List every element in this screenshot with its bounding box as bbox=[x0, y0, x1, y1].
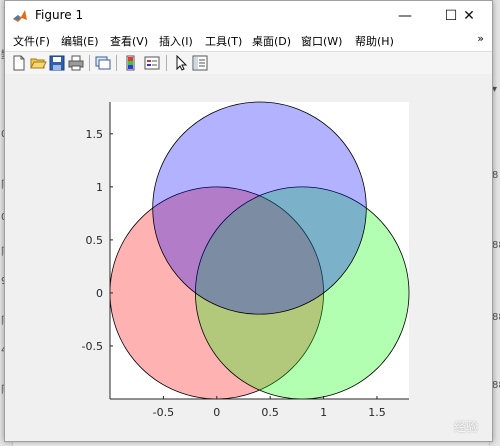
menu-help[interactable]: 帮助(H) bbox=[355, 33, 394, 49]
menu-overflow-icon[interactable]: » bbox=[477, 32, 484, 45]
print-icon[interactable] bbox=[67, 54, 85, 72]
menu-desktop[interactable]: 桌面(D) bbox=[252, 33, 291, 49]
menu-view[interactable]: 查看(V) bbox=[110, 33, 148, 49]
toolbar-separator bbox=[166, 55, 167, 71]
venn-plot[interactable]: -0.5 0 0.5 1 1.5 -0.5 0 0.5 1 1.5 bbox=[5, 74, 492, 440]
x-tick-label: 1.5 bbox=[368, 406, 386, 419]
open-file-icon[interactable] bbox=[29, 54, 47, 72]
matlab-icon bbox=[12, 8, 28, 24]
menu-tools[interactable]: 工具(T) bbox=[205, 33, 242, 49]
toolbar-separator bbox=[89, 55, 90, 71]
x-tick-label: 1 bbox=[320, 406, 327, 419]
minimize-icon: — bbox=[398, 8, 412, 24]
minimize-button[interactable]: — bbox=[382, 1, 428, 31]
window-title: Figure 1 bbox=[35, 8, 84, 22]
x-tick-label: -0.5 bbox=[153, 406, 174, 419]
menu-file[interactable]: 文件(F) bbox=[13, 33, 50, 49]
title-bar[interactable]: Figure 1 — ☐ ✕ bbox=[5, 1, 492, 31]
link-plot-icon[interactable] bbox=[94, 54, 112, 72]
new-figure-icon[interactable] bbox=[10, 54, 28, 72]
menu-edit[interactable]: 编辑(E) bbox=[61, 33, 99, 49]
background-app-glyph: 88 bbox=[492, 240, 500, 251]
y-tick-label: 1.5 bbox=[86, 128, 104, 141]
insert-colorbar-icon[interactable] bbox=[122, 54, 140, 72]
save-icon[interactable] bbox=[48, 54, 66, 72]
background-app-glyph: 88 bbox=[492, 380, 500, 391]
close-icon: ✕ bbox=[463, 8, 475, 24]
insert-legend-icon[interactable] bbox=[143, 54, 161, 72]
x-tick-label: 0 bbox=[213, 406, 220, 419]
toolbar bbox=[5, 51, 492, 75]
figure-window: Figure 1 — ☐ ✕ 文件(F) 编辑(E) 查看(V) 插入(I) 工… bbox=[4, 0, 493, 442]
y-tick-label: 1 bbox=[96, 181, 103, 194]
property-inspector-icon[interactable] bbox=[191, 54, 209, 72]
y-tick-label: 0 bbox=[96, 287, 103, 300]
x-tick-label: 0.5 bbox=[261, 406, 279, 419]
watermark: 经验 bbox=[453, 420, 478, 434]
y-tick-label: -0.5 bbox=[82, 340, 103, 353]
figure-canvas[interactable]: -0.5 0 0.5 1 1.5 -0.5 0 0.5 1 1.5 经验 bbox=[5, 74, 492, 441]
toolbar-separator bbox=[116, 55, 117, 71]
y-tick-label: 0.5 bbox=[86, 234, 104, 247]
circle-blue[interactable] bbox=[152, 101, 367, 315]
menu-bar: 文件(F) 编辑(E) 查看(V) 插入(I) 工具(T) 桌面(D) 窗口(W… bbox=[5, 31, 492, 51]
background-app-glyph: 88 bbox=[492, 312, 500, 323]
close-button[interactable]: ✕ bbox=[446, 1, 492, 31]
select-arrow-icon[interactable] bbox=[172, 54, 190, 72]
menu-window[interactable]: 窗口(W) bbox=[301, 33, 342, 49]
menu-insert[interactable]: 插入(I) bbox=[159, 33, 193, 49]
